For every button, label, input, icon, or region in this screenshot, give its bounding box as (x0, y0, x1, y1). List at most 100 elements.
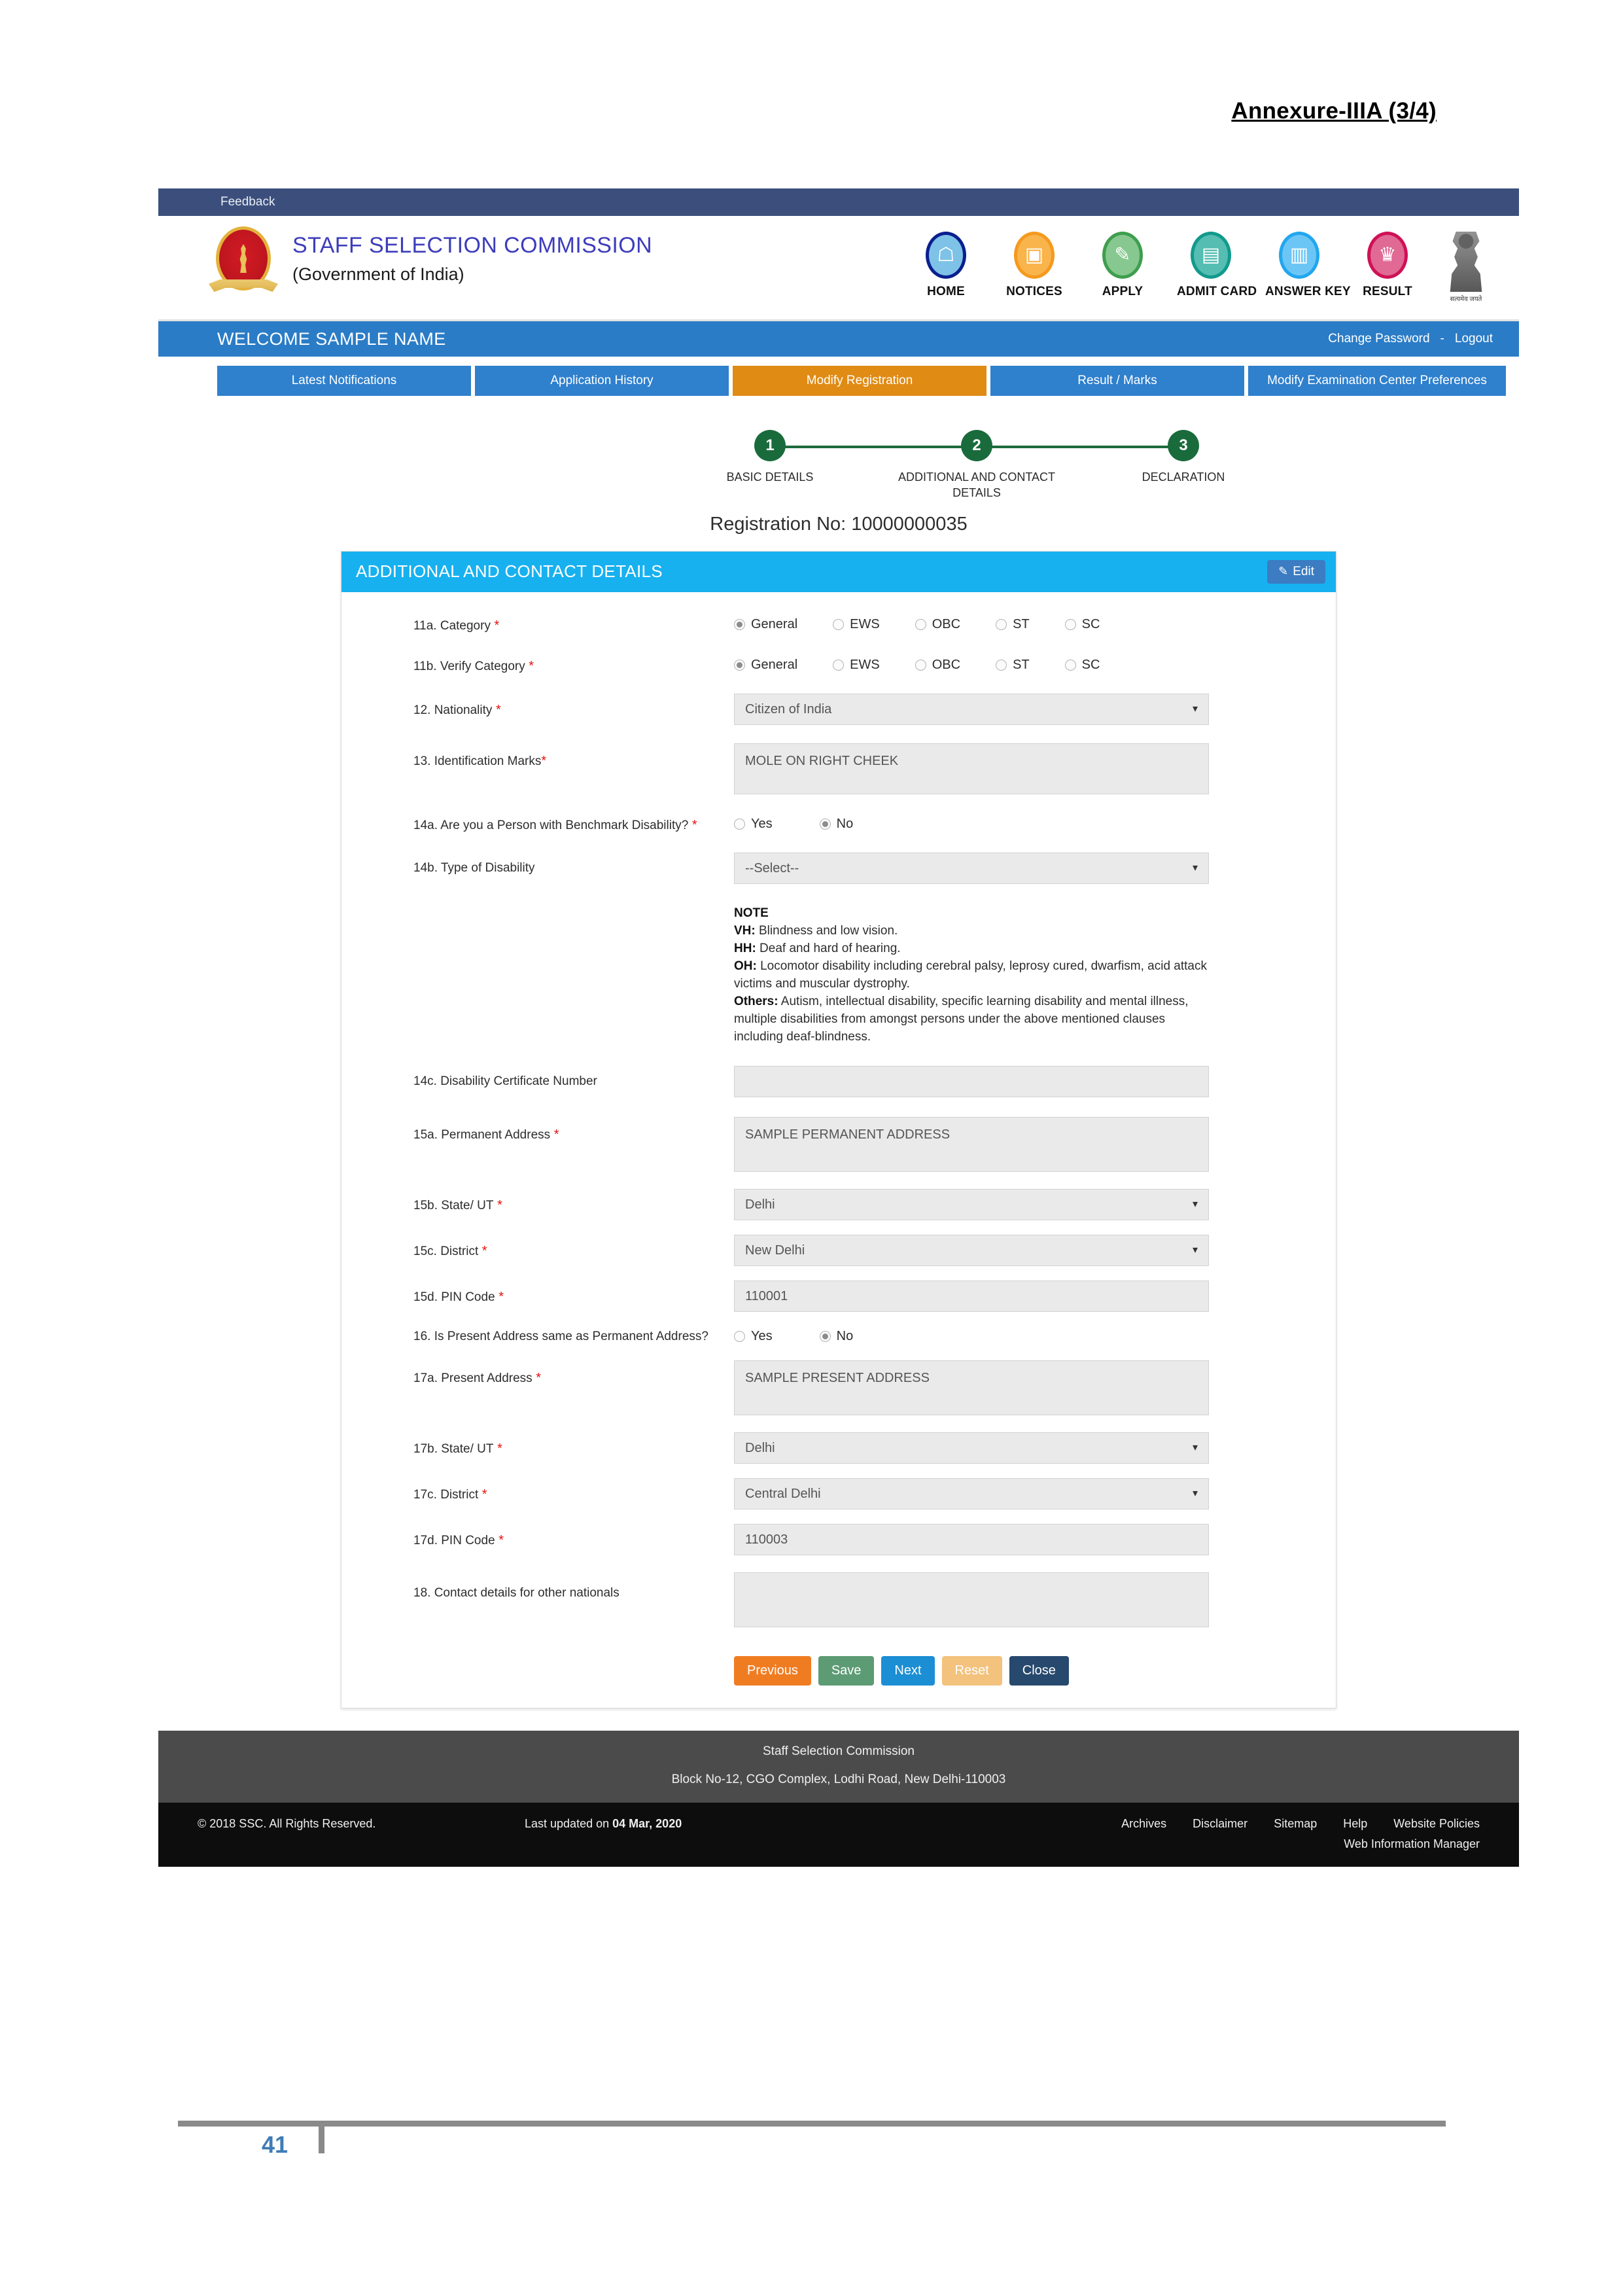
brand-header: STAFF SELECTION COMMISSION (Government o… (158, 216, 1519, 321)
close-button[interactable]: Close (1009, 1656, 1069, 1686)
notices-icon: ▣ (1014, 232, 1055, 279)
footer-link-sitemap[interactable]: Sitemap (1274, 1817, 1317, 1831)
row-permanent-district: 15c. District * New Delhi ▾ (341, 1234, 1336, 1266)
nav-item-result[interactable]: ♛ RESULT (1353, 232, 1422, 299)
present-address-textarea[interactable]: SAMPLE PRESENT ADDRESS (734, 1360, 1209, 1416)
change-password-link[interactable]: Change Password (1328, 332, 1429, 346)
identification-marks-textarea[interactable]: MOLE ON RIGHT CHEEK (734, 743, 1209, 795)
row-nationality: 12. Nationality * Citizen of India ▾ (341, 694, 1336, 726)
nationality-select[interactable]: Citizen of India ▾ (734, 694, 1209, 726)
footer-link-disclaimer[interactable]: Disclaimer (1193, 1817, 1248, 1831)
page-footer-tick (319, 2121, 324, 2153)
radio-dot (734, 660, 745, 671)
other-nationals-textarea[interactable] (734, 1572, 1209, 1628)
row-other-nationals: 18. Contact details for other nationals (341, 1572, 1336, 1628)
nav-item-notices[interactable]: ▣ NOTICES (1000, 232, 1068, 299)
tab-application-history[interactable]: Application History (475, 366, 729, 396)
label-permanent-state: 15b. State/ UT * (413, 1197, 502, 1212)
step-declaration[interactable]: 3 DECLARATION (1142, 429, 1225, 485)
category-radio-group: General EWS OBC ST SC (734, 617, 1209, 632)
label-verify-category: 11b. Verify Category * (413, 659, 534, 674)
radio-benchmark-yes[interactable]: Yes (734, 817, 773, 832)
annexure-label: Annexure-IIIA (3/4) (1231, 98, 1437, 124)
disability-certificate-input[interactable] (734, 1065, 1209, 1097)
note-line-others: Others: Autism, intellectual disability,… (734, 994, 1189, 1044)
radio-dot (915, 660, 926, 671)
type-of-disability-select[interactable]: --Select-- ▾ (734, 852, 1209, 884)
step-additional-contact-details[interactable]: 2 ADDITIONAL AND CONTACT DETAILS (898, 429, 1055, 501)
step-number: 3 (1168, 429, 1199, 461)
radio-dot (734, 1330, 745, 1342)
same-address-radio-group: Yes No (734, 1329, 1209, 1344)
save-button[interactable]: Save (818, 1656, 875, 1686)
footer-links-bar: © 2018 SSC. All Rights Reserved. Last up… (158, 1803, 1519, 1867)
panel-header: ADDITIONAL AND CONTACT DETAILS ✎ Edit (341, 551, 1336, 592)
tab-result-marks[interactable]: Result / Marks (990, 366, 1244, 396)
label-identification-marks: 13. Identification Marks* (413, 754, 547, 769)
edit-button[interactable]: ✎ Edit (1267, 559, 1325, 584)
required-marker: * (688, 818, 697, 833)
step-basic-details[interactable]: 1 BASIC DETAILS (727, 429, 813, 485)
note-line-vh: VH: Blindness and low vision. (734, 923, 898, 938)
permanent-state-select[interactable]: Delhi ▾ (734, 1188, 1209, 1220)
radio-same-address-yes[interactable]: Yes (734, 1329, 773, 1344)
radio-dot (915, 618, 926, 630)
ssc-logo (207, 224, 279, 308)
row-identification-marks: 13. Identification Marks* MOLE ON RIGHT … (341, 743, 1336, 795)
apply-edit-icon: ✎ (1102, 232, 1143, 279)
row-benchmark-disability: 14a. Are you a Person with Benchmark Dis… (341, 817, 1336, 834)
row-present-district: 17c. District * Central Delhi ▾ (341, 1478, 1336, 1510)
footer-link-web-information-manager[interactable]: Web Information Manager (930, 1837, 1480, 1851)
radio-category-ews[interactable]: EWS (833, 617, 880, 632)
present-state-select[interactable]: Delhi ▾ (734, 1432, 1209, 1464)
radio-verify-category-general[interactable]: General (734, 658, 797, 673)
nav-label-notices: NOTICES (1006, 285, 1062, 298)
radio-verify-category-st[interactable]: ST (996, 658, 1030, 673)
radio-category-sc[interactable]: SC (1064, 617, 1100, 632)
permanent-address-textarea[interactable]: SAMPLE PERMANENT ADDRESS (734, 1116, 1209, 1172)
radio-verify-category-obc[interactable]: OBC (915, 658, 960, 673)
reset-button[interactable]: Reset (941, 1656, 1002, 1686)
radio-category-general[interactable]: General (734, 617, 797, 632)
footer-link-website-policies[interactable]: Website Policies (1393, 1817, 1480, 1831)
present-district-select[interactable]: Central Delhi ▾ (734, 1478, 1209, 1510)
permanent-district-select[interactable]: New Delhi ▾ (734, 1234, 1209, 1266)
next-button[interactable]: Next (881, 1656, 935, 1686)
radio-verify-category-ews[interactable]: EWS (833, 658, 880, 673)
benchmark-disability-radio-group: Yes No (734, 817, 1209, 832)
form-actions: Previous Save Next Reset Close (341, 1656, 1336, 1686)
footer-link-help[interactable]: Help (1343, 1817, 1367, 1831)
logout-link[interactable]: Logout (1455, 332, 1493, 346)
permanent-pin-input[interactable]: 110001 (734, 1280, 1209, 1312)
row-present-state: 17b. State/ UT * Delhi ▾ (341, 1432, 1336, 1464)
nav-item-home[interactable]: ☖ HOME (912, 232, 980, 299)
tab-modify-exam-center-preferences[interactable]: Modify Examination Center Preferences (1248, 366, 1506, 396)
national-emblem-caption: सत्यमेव जयते (1450, 296, 1482, 303)
previous-button[interactable]: Previous (734, 1656, 811, 1686)
radio-verify-category-sc[interactable]: SC (1064, 658, 1100, 673)
tab-latest-notifications[interactable]: Latest Notifications (217, 366, 471, 396)
present-district-value: Central Delhi (745, 1487, 821, 1502)
tab-modify-registration[interactable]: Modify Registration (733, 366, 986, 396)
present-pin-input[interactable]: 110003 (734, 1524, 1209, 1556)
home-icon: ☖ (926, 232, 966, 279)
feedback-link[interactable]: Feedback (220, 195, 275, 209)
label-category: 11a. Category * (413, 618, 500, 633)
nav-item-apply[interactable]: ✎ APPLY (1089, 232, 1157, 299)
radio-same-address-no[interactable]: No (819, 1329, 853, 1344)
required-marker: * (478, 1487, 487, 1502)
radio-benchmark-no[interactable]: No (819, 817, 853, 832)
label-type-of-disability: 14b. Type of Disability (413, 860, 535, 875)
present-state-value: Delhi (745, 1441, 775, 1456)
radio-category-obc[interactable]: OBC (915, 617, 960, 632)
footer-link-archives[interactable]: Archives (1121, 1817, 1166, 1831)
label-nationality: 12. Nationality * (413, 703, 501, 718)
radio-dot (734, 618, 745, 630)
required-marker: * (490, 618, 500, 633)
nav-item-answer-key[interactable]: ▥ ANSWER KEY (1265, 232, 1351, 299)
footer-last-updated: Last updated on 04 Mar, 2020 (525, 1817, 930, 1831)
radio-category-st[interactable]: ST (996, 617, 1030, 632)
row-type-of-disability: 14b. Type of Disability --Select-- ▾ (341, 852, 1336, 884)
nav-item-admit-card[interactable]: ▤ ADMIT CARD (1177, 232, 1257, 299)
required-marker: * (495, 1289, 504, 1304)
